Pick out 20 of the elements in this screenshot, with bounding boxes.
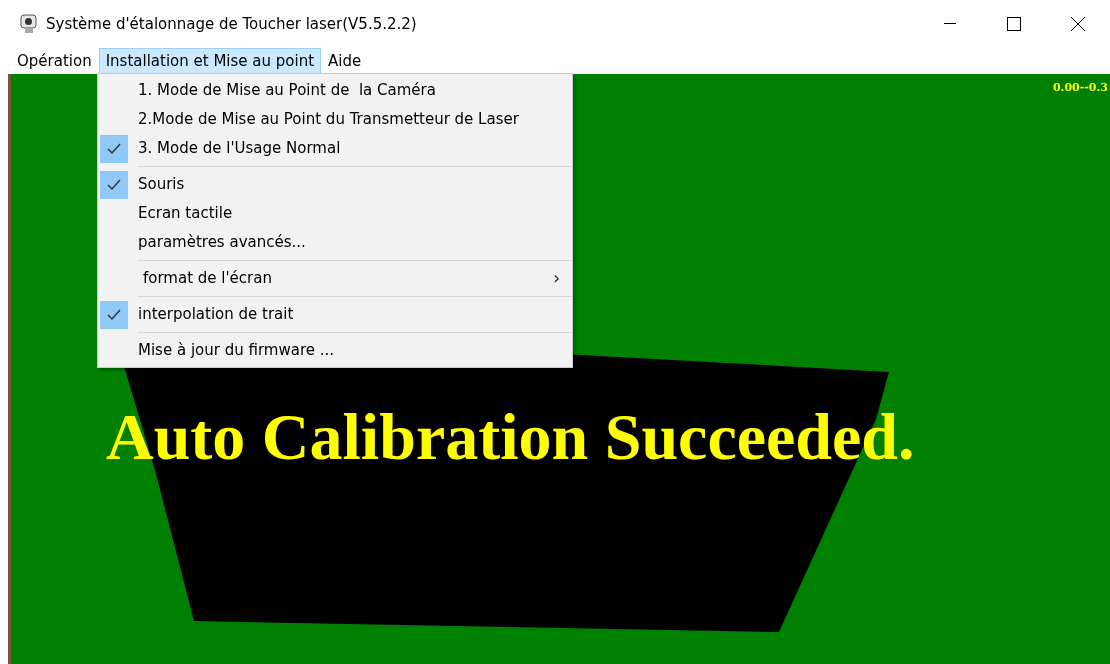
- menu-item[interactable]: Aide: [321, 47, 369, 75]
- menu-option[interactable]: format de l'écran ›: [100, 264, 572, 293]
- menu-option[interactable]: 1. Mode de Mise au Point de la Caméra: [100, 76, 572, 105]
- menu-option[interactable]: paramètres avancés...: [100, 228, 572, 257]
- submenu-arrow: ›: [553, 266, 560, 290]
- menu-option[interactable]: Souris: [100, 170, 572, 199]
- status-message: Auto Calibration Succeeded.: [106, 404, 915, 470]
- range-text: 0.00--0.3: [1052, 80, 1108, 96]
- window-title: Système d'étalonnage de Toucher laser(V5.5.2.2): [46, 13, 417, 35]
- maximize-icon: [1007, 17, 1021, 31]
- minimize-icon: [944, 23, 956, 25]
- menu-item[interactable]: Installation et Mise au point: [98, 47, 322, 75]
- menu-option[interactable]: Ecran tactile: [100, 199, 572, 228]
- webcam-icon: [20, 14, 38, 34]
- close-icon: [1071, 17, 1085, 31]
- menu-option[interactable]: Mise à jour du firmware ...: [100, 336, 572, 365]
- menu-item[interactable]: Opération: [10, 47, 99, 75]
- menu-option[interactable]: 2.Mode de Mise au Point du Transmetteur de Laser: [100, 105, 572, 134]
- menu-option[interactable]: 3. Mode de l'Usage Normal: [100, 134, 572, 163]
- menu-option[interactable]: interpolation de trait: [100, 300, 572, 329]
